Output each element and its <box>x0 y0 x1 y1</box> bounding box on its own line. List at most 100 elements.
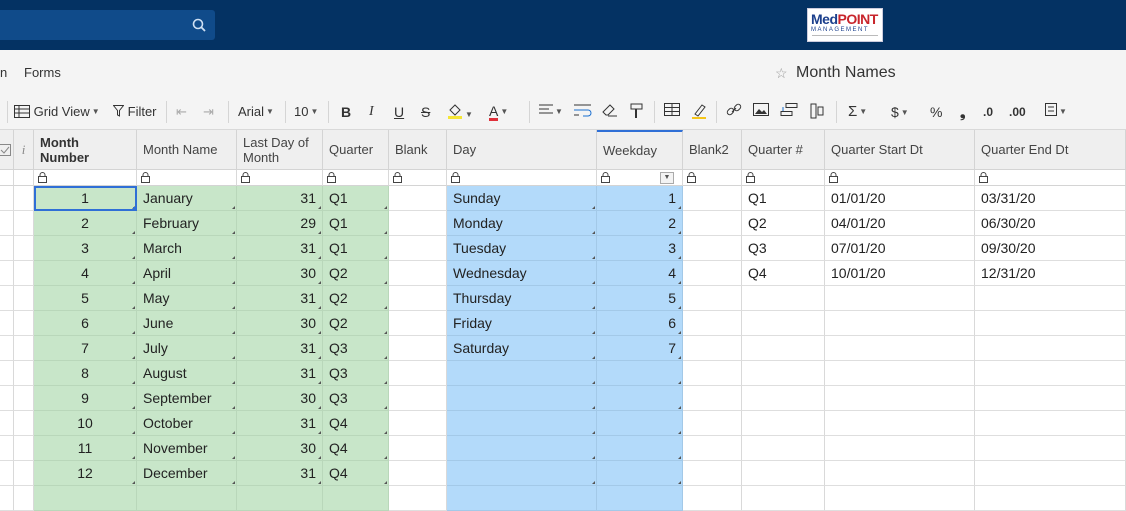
cell-blank2[interactable] <box>683 186 742 211</box>
cell-blank[interactable] <box>389 286 447 311</box>
cell-month-number[interactable]: 2 <box>34 211 137 236</box>
cell-quarter-end[interactable] <box>975 311 1126 336</box>
cell-quarter-num[interactable] <box>742 411 825 436</box>
column-lock-cell[interactable] <box>137 170 237 186</box>
menu-item-partial[interactable]: n <box>0 65 7 80</box>
cell-quarter-start[interactable]: 07/01/20 <box>825 236 975 261</box>
cell-blank[interactable] <box>389 336 447 361</box>
cell-blank[interactable] <box>389 186 447 211</box>
column-header-month-number[interactable]: Month Number <box>34 130 137 170</box>
cell-blank2[interactable] <box>683 236 742 261</box>
cell-quarter-start[interactable] <box>825 411 975 436</box>
cell-last-day[interactable]: 31 <box>237 286 323 311</box>
cell-quarter-num[interactable]: Q1 <box>742 186 825 211</box>
font-color-button[interactable]: A ▼ <box>489 103 508 121</box>
cell-quarter-start[interactable]: 04/01/20 <box>825 211 975 236</box>
lock-icon[interactable] <box>451 172 460 183</box>
column-dropdown-icon[interactable]: ▼ <box>660 172 674 184</box>
row-gutter-cell[interactable] <box>14 411 34 436</box>
currency-button[interactable]: $ ▼ <box>891 103 909 121</box>
cell-blank[interactable] <box>389 311 447 336</box>
cell-blank2[interactable] <box>683 336 742 361</box>
cell-month-name[interactable]: October <box>137 411 237 436</box>
column-header-quarter[interactable]: Quarter <box>323 130 389 170</box>
cell-blank[interactable] <box>389 211 447 236</box>
lock-icon[interactable] <box>829 172 838 183</box>
row-gutter-cell[interactable] <box>14 286 34 311</box>
cell-month-name[interactable]: May <box>137 286 237 311</box>
cell-blank2[interactable] <box>683 411 742 436</box>
font-size-select[interactable]: 10 ▼ <box>294 103 318 121</box>
cell-quarter-end[interactable] <box>975 361 1126 386</box>
cell-month-number[interactable]: 6 <box>34 311 137 336</box>
cell-quarter-start[interactable] <box>825 286 975 311</box>
cell-quarter-end[interactable]: 09/30/20 <box>975 236 1126 261</box>
cell-day[interactable]: Saturday <box>447 336 597 361</box>
cell-month-name[interactable]: April <box>137 261 237 286</box>
cell-blank2[interactable] <box>683 486 742 511</box>
row-gutter-cell[interactable] <box>14 236 34 261</box>
cell-blank[interactable] <box>389 486 447 511</box>
cell-blank[interactable] <box>389 236 447 261</box>
row-gutter-cell[interactable] <box>0 286 14 311</box>
lock-icon[interactable] <box>327 172 336 183</box>
cell-quarter-start[interactable] <box>825 336 975 361</box>
search-icon[interactable] <box>192 18 206 32</box>
cell-month-number[interactable]: 12 <box>34 461 137 486</box>
column-lock-cell[interactable] <box>34 170 137 186</box>
cell-quarter[interactable]: Q3 <box>323 336 389 361</box>
cell-blank[interactable] <box>389 436 447 461</box>
cell-quarter-end[interactable] <box>975 386 1126 411</box>
percent-button[interactable]: % <box>930 103 942 121</box>
link-icon[interactable] <box>726 103 742 121</box>
info-column-icon[interactable]: i <box>14 130 34 170</box>
cell-quarter[interactable]: Q2 <box>323 311 389 336</box>
search-box[interactable] <box>0 10 215 40</box>
format-painter-icon[interactable] <box>630 103 644 121</box>
cell-day[interactable]: Tuesday <box>447 236 597 261</box>
column-header-quarter-num[interactable]: Quarter # <box>742 130 825 170</box>
cell-last-day[interactable]: 30 <box>237 436 323 461</box>
cell-quarter-start[interactable] <box>825 486 975 511</box>
cell-day[interactable] <box>447 361 597 386</box>
column-lock-cell[interactable] <box>323 170 389 186</box>
lock-icon[interactable] <box>393 172 402 183</box>
cell-last-day[interactable]: 30 <box>237 311 323 336</box>
row-gutter-cell[interactable] <box>0 411 14 436</box>
cell-quarter[interactable]: Q4 <box>323 436 389 461</box>
row-gutter-cell[interactable] <box>14 261 34 286</box>
cell-quarter[interactable]: Q2 <box>323 261 389 286</box>
lock-icon[interactable] <box>141 172 150 183</box>
cell-weekday[interactable]: 5 <box>597 286 683 311</box>
cell-weekday[interactable] <box>597 461 683 486</box>
cell-quarter-num[interactable]: Q3 <box>742 236 825 261</box>
cell-quarter-end[interactable]: 03/31/20 <box>975 186 1126 211</box>
strikethrough-button[interactable]: S <box>421 103 430 121</box>
cell-quarter[interactable] <box>323 486 389 511</box>
cell-quarter-start[interactable] <box>825 461 975 486</box>
cell-day[interactable]: Friday <box>447 311 597 336</box>
row-gutter-cell[interactable] <box>0 386 14 411</box>
cell-weekday[interactable]: 4 <box>597 261 683 286</box>
row-gutter-cell[interactable] <box>14 336 34 361</box>
cell-quarter[interactable]: Q3 <box>323 386 389 411</box>
column-lock-cell[interactable] <box>683 170 742 186</box>
column-lock-cell[interactable] <box>825 170 975 186</box>
column-lock-cell[interactable] <box>389 170 447 186</box>
lock-icon[interactable] <box>241 172 250 183</box>
lock-icon[interactable] <box>979 172 988 183</box>
column-lock-cell[interactable] <box>237 170 323 186</box>
cell-quarter[interactable]: Q1 <box>323 186 389 211</box>
image-icon[interactable] <box>753 103 769 121</box>
lock-icon[interactable] <box>601 172 610 183</box>
cell-month-number[interactable]: 4 <box>34 261 137 286</box>
cell-last-day[interactable]: 31 <box>237 186 323 211</box>
favorite-star-icon[interactable]: ☆ <box>775 65 788 82</box>
freeze-column-icon[interactable] <box>810 103 824 121</box>
cell-month-name[interactable]: February <box>137 211 237 236</box>
cell-month-name[interactable]: January <box>137 186 237 211</box>
cell-weekday[interactable]: 7 <box>597 336 683 361</box>
row-gutter-cell[interactable] <box>14 386 34 411</box>
row-gutter-cell[interactable] <box>0 486 14 511</box>
cell-blank2[interactable] <box>683 286 742 311</box>
